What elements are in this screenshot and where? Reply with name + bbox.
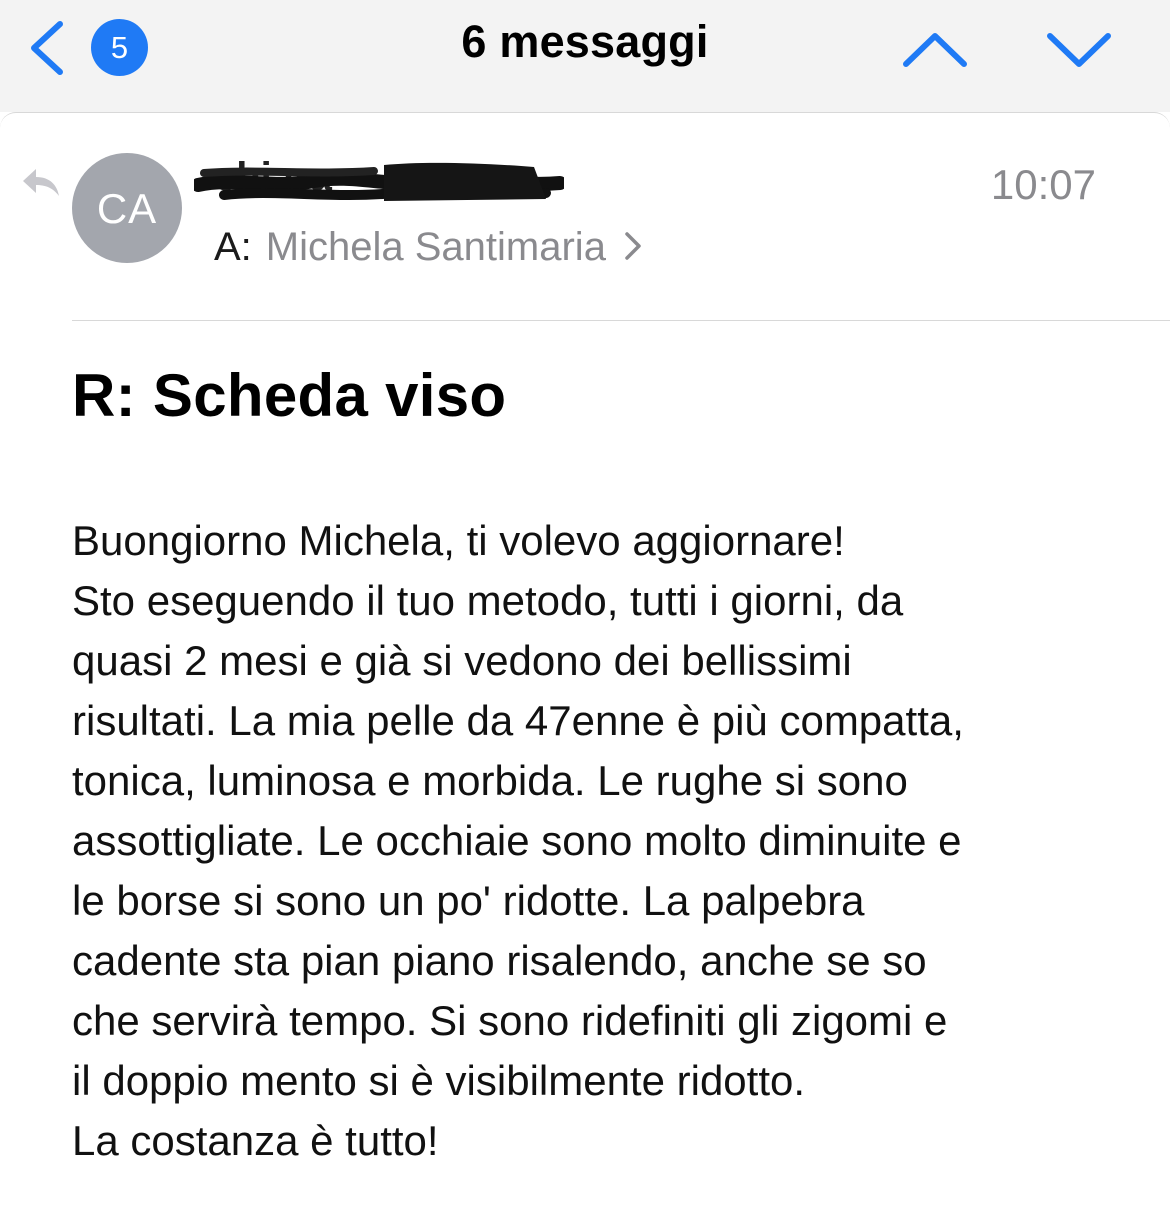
- chevron-right-icon: [625, 232, 641, 261]
- redaction-scribble: [194, 162, 564, 201]
- reply-arrow-icon: [23, 169, 59, 196]
- to-label: A:: [214, 225, 252, 269]
- body-line: La costanza è tutto!: [72, 1117, 439, 1164]
- message-subject: R: Scheda viso: [72, 362, 507, 429]
- mail-screen: 5 6 messaggi CA chiara 10:07 A: Michela …: [0, 0, 1170, 1209]
- avatar[interactable]: CA: [72, 153, 182, 263]
- next-message-button[interactable]: [1044, 24, 1114, 74]
- message-body: Buongiorno Michela, ti volevo aggiornare…: [72, 511, 1132, 1171]
- body-line: tonica, luminosa e morbida. Le rughe si …: [72, 757, 908, 804]
- header-divider: [72, 320, 1170, 321]
- body-line: che servirà tempo. Si sono ridefiniti gl…: [72, 997, 948, 1044]
- body-line: le borse si sono un po' ridotte. La palp…: [72, 877, 865, 924]
- body-line: Buongiorno Michela, ti volevo aggiornare…: [72, 517, 845, 564]
- body-line: risultati. La mia pelle da 47enne è più …: [72, 697, 964, 744]
- body-line: assottigliate. Le occhiaie sono molto di…: [72, 817, 962, 864]
- body-line: cadente sta pian piano risalendo, anche …: [72, 937, 927, 984]
- message-card: CA chiara 10:07 A: Michela Santimaria R: …: [0, 112, 1170, 1209]
- page-title: 6 messaggi: [461, 16, 709, 67]
- recipient-name: Michela Santimaria: [265, 225, 606, 269]
- chevron-up-icon: [903, 33, 967, 67]
- body-line: quasi 2 mesi e già si vedono dei belliss…: [72, 637, 852, 684]
- nav-title-wrap: 6 messaggi: [0, 16, 1170, 68]
- message-time: 10:07: [990, 161, 1096, 208]
- body-line: Sto eseguendo il tuo metodo, tutti i gio…: [72, 577, 904, 624]
- chevron-down-icon: [1047, 33, 1111, 67]
- recipient-row[interactable]: A: Michela Santimaria: [214, 225, 642, 270]
- sender-field[interactable]: chiara: [194, 153, 574, 213]
- body-line: il doppio mento si è visibilmente ridott…: [72, 1057, 806, 1104]
- previous-message-button[interactable]: [900, 24, 970, 74]
- top-nav-bar: 5 6 messaggi: [0, 0, 1170, 112]
